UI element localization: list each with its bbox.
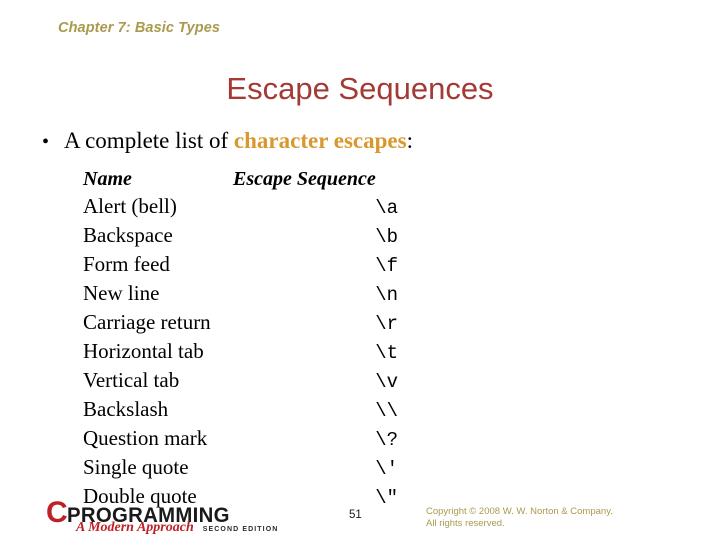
bullet-marker-icon: • [42, 131, 50, 153]
cell-sequence: \\ [375, 400, 398, 422]
chapter-header: Chapter 7: Basic Types [58, 20, 221, 36]
cell-sequence: \a [375, 197, 398, 219]
table-row: Backspace \b [83, 222, 398, 251]
table-row: Question mark \? [83, 425, 398, 454]
table-row: Form feed \f [83, 251, 398, 280]
cell-sequence: \r [375, 313, 398, 335]
logo-subtitle-row: A Modern Approach SECOND EDITION [76, 520, 278, 537]
cell-sequence: \n [375, 284, 398, 306]
cell-sequence: \f [375, 255, 398, 277]
table-row: Single quote \' [83, 454, 398, 483]
cell-name: Single quote [83, 455, 189, 479]
table-row: Carriage return \r [83, 309, 398, 338]
logo-c-letter: C [46, 496, 68, 529]
book-logo: C PROGRAMMING A Modern Approach SECOND E… [46, 496, 286, 537]
cell-name: Question mark [83, 426, 208, 450]
bullet-emphasis-text: character escapes [233, 128, 407, 153]
cell-sequence: \? [375, 429, 398, 451]
cell-name: Vertical tab [83, 368, 180, 392]
page-number: 51 [349, 509, 362, 521]
cell-name: Alert (bell) [83, 194, 177, 218]
cell-sequence: \t [375, 342, 398, 364]
logo-subtitle: A Modern Approach [76, 520, 194, 535]
table-row: Horizontal tab \t [83, 338, 398, 367]
column-header-sequence: Escape Sequence [233, 168, 376, 190]
bullet-trail-text: : [406, 128, 413, 153]
logo-edition: SECOND EDITION [202, 526, 279, 533]
table-row: Vertical tab \v [83, 367, 398, 396]
bullet-text: A complete list of character escapes: [64, 127, 413, 155]
escape-sequence-table: Name Escape Sequence Alert (bell) \a Bac… [83, 166, 398, 512]
table-row: Backslash \\ [83, 396, 398, 425]
table-header-row: Name Escape Sequence [83, 166, 398, 193]
copyright-line-1: Copyright © 2008 W. W. Norton & Company. [426, 506, 613, 517]
cell-name: Carriage return [83, 310, 211, 334]
page-title: Escape Sequences [226, 71, 494, 106]
cell-sequence: \' [375, 458, 398, 480]
cell-name: Backspace [83, 223, 173, 247]
table-row: Alert (bell) \a [83, 193, 398, 222]
bullet-item: • A complete list of character escapes: [42, 127, 413, 156]
copyright-notice: Copyright © 2008 W. W. Norton & Company.… [426, 506, 613, 529]
column-header-name: Name [83, 168, 132, 190]
cell-name: Horizontal tab [83, 339, 204, 363]
cell-name: Backslash [83, 397, 169, 421]
escape-table-body: Name Escape Sequence Alert (bell) \a Bac… [83, 166, 398, 512]
cell-name: New line [83, 281, 160, 305]
cell-sequence: \b [375, 226, 398, 248]
copyright-line-2: All rights reserved. [426, 517, 505, 529]
slide-canvas: Chapter 7: Basic Types Escape Sequences … [0, 0, 720, 540]
cell-sequence: \v [375, 371, 398, 393]
table-row: New line \n [83, 280, 398, 309]
bullet-lead-text: A complete list of [64, 128, 234, 153]
cell-name: Form feed [83, 252, 170, 276]
